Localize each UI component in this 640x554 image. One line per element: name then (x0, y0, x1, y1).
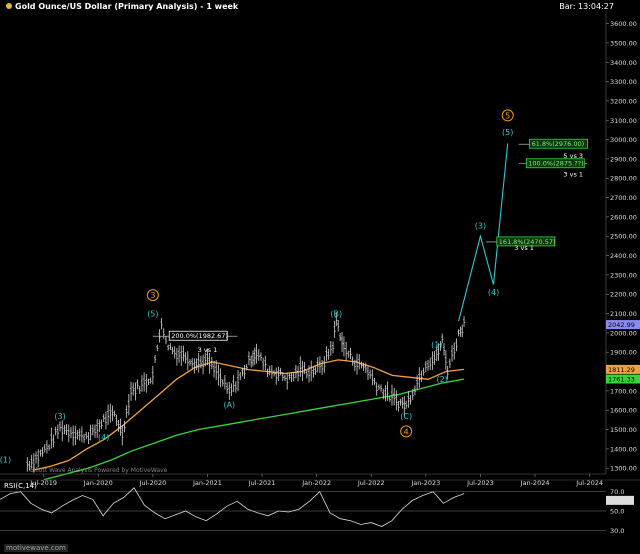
wave-label: 3 (150, 291, 155, 300)
chart-title: Gold Ounce/US Dollar (Primary Analysis) … (15, 2, 239, 11)
wave-label: (1) (0, 455, 11, 464)
fib-label: 61.8%(2976.00) (532, 140, 585, 148)
y-tick-label: 1900.00 (610, 349, 637, 357)
rsi-tick-label: 30.0 (610, 527, 624, 535)
y-tick-label: 2500.00 (610, 233, 637, 241)
wave-label: (5) (147, 309, 158, 318)
wave-label: (A) (223, 400, 235, 409)
wave-label: (4) (98, 433, 109, 442)
y-tick-label: 2200.00 (610, 291, 637, 299)
chart-canvas: 200.0%(1982.67)3 vs 1161.8%(2470.57)3 vs… (0, 0, 640, 554)
wave-label: (5) (502, 128, 513, 137)
wave-label: 4 (404, 427, 409, 436)
y-tick-label: 3500.00 (610, 39, 637, 47)
y-tick-label: 3200.00 (610, 97, 637, 105)
y-tick-label: 2800.00 (610, 175, 637, 183)
y-tick-label: 2900.00 (610, 155, 637, 163)
fib-note: 3 vs 1 (198, 346, 218, 354)
gold-icon (6, 3, 12, 9)
y-tick-label: 2600.00 (610, 213, 637, 221)
fib-label: 100.0%(2875.??) (528, 160, 583, 168)
y-tick-label: 3600.00 (610, 20, 637, 28)
y-tick-label: 2100.00 (610, 310, 637, 318)
fib-note: 3 vs 1 (514, 244, 534, 252)
wave-label: (3) (475, 222, 486, 231)
y-tick-label: 3300.00 (610, 78, 637, 86)
y-tick-label: 2400.00 (610, 252, 637, 260)
wave-label: (4) (488, 288, 499, 297)
fib-note: 3 vs 1 (563, 170, 583, 178)
wave-label: 5 (505, 111, 510, 120)
y-tick-label: 1500.00 (610, 426, 637, 434)
y-tick-label: 3000.00 (610, 136, 637, 144)
price-tag-label: 1811.29 (608, 366, 635, 374)
rsi-title: RSI(C,14) (4, 482, 37, 490)
chart-title-row: Gold Ounce/US Dollar (Primary Analysis) … (6, 2, 238, 11)
rsi-tick-label: 50.0 (610, 508, 624, 516)
bar-clock: Bar: 13:04:27 (559, 2, 614, 11)
price-tag-label: 2042.99 (608, 321, 635, 329)
y-tick-label: 3100.00 (610, 117, 637, 125)
rsi-tick-label: 70.0 (610, 488, 624, 496)
y-tick-label: 2300.00 (610, 271, 637, 279)
site-watermark: motivewave.com (4, 544, 68, 552)
y-tick-label: 2700.00 (610, 194, 637, 202)
y-tick-label: 1700.00 (610, 387, 637, 395)
y-tick-label: 1300.00 (610, 465, 637, 473)
fib-label: 200.0%(1982.67) (171, 332, 228, 340)
wave-label: (2) (437, 375, 448, 384)
y-tick-label: 2000.00 (610, 329, 637, 337)
wave-label: (1) (431, 340, 442, 349)
rsi-value-tag (606, 495, 634, 505)
watermark: Elliott Wave Analysis Powered by MotiveW… (30, 467, 168, 474)
wave-label: (C) (400, 412, 412, 421)
y-tick-label: 1600.00 (610, 407, 637, 415)
wave-label: (3) (54, 412, 65, 421)
price-tag-label: 1761.33 (608, 376, 635, 384)
y-tick-label: 1400.00 (610, 445, 637, 453)
y-tick-label: 3400.00 (610, 59, 637, 67)
wave-label: (B) (330, 309, 342, 318)
